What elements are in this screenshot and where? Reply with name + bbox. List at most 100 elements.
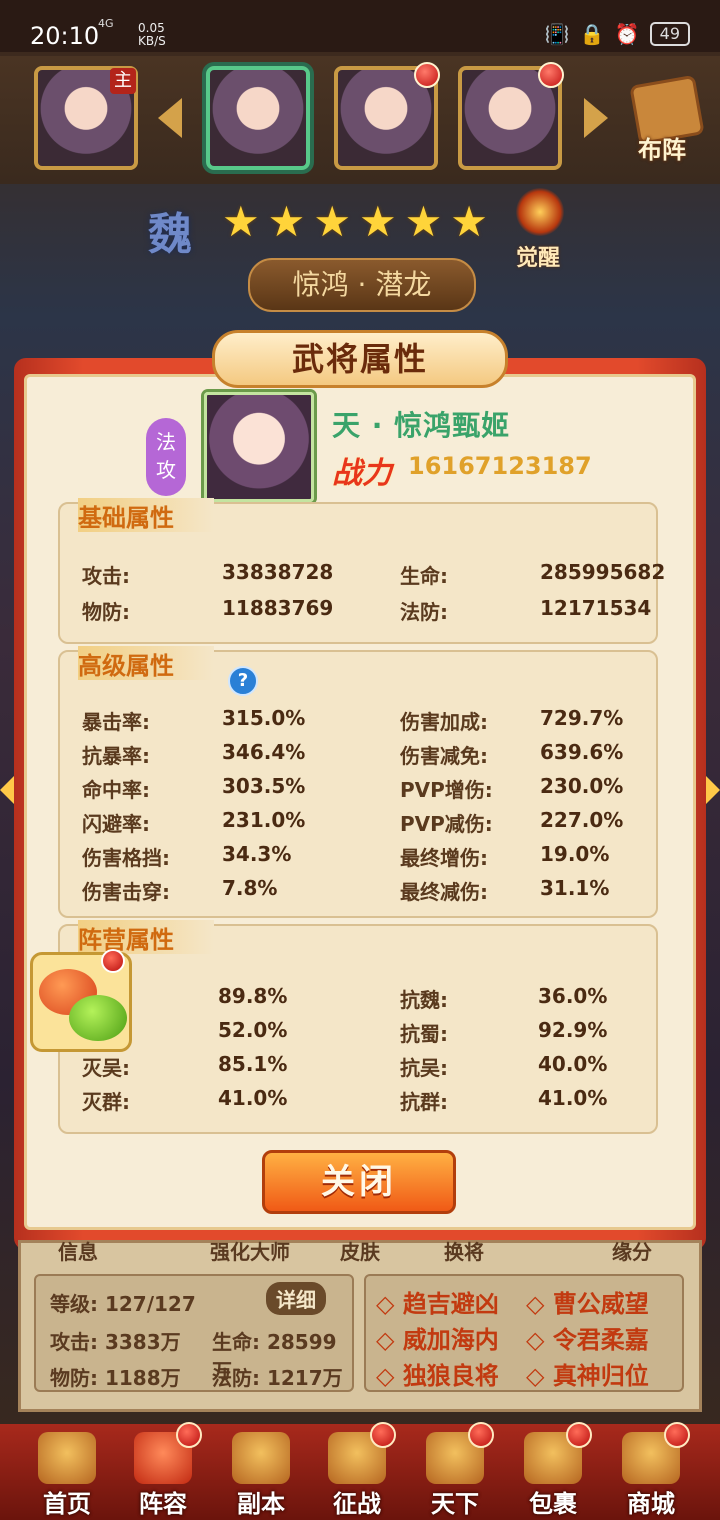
- hero-slot-selected[interactable]: [206, 66, 310, 170]
- attr-value: 36.0%: [538, 984, 608, 1008]
- section-title: 基础属性: [78, 498, 214, 532]
- attack-text: 攻击: 3383万: [50, 1330, 181, 1354]
- faction-attributes-section: 阵营属性 89.8% 抗魏: 36.0% 52.0% 抗蜀: 92.9% 灭吴:…: [58, 920, 658, 1134]
- hero-slot-4[interactable]: [458, 62, 564, 170]
- notification-dot: [370, 1422, 396, 1448]
- pdef-text: 物防: 1188万: [50, 1366, 181, 1390]
- dialog-title: 武将属性: [291, 340, 428, 378]
- attr-value: 227.0%: [540, 808, 624, 832]
- notification-dot: [538, 62, 564, 88]
- star-icon: ★: [358, 197, 397, 246]
- attr-value: 346.4%: [222, 740, 306, 764]
- tab-fate[interactable]: 缘分: [612, 1236, 652, 1265]
- dialog-title-banner: 武将属性: [212, 330, 508, 388]
- advanced-attributes-section: 高级属性 ? 暴击率: 315.0% 伤害加成: 729.7% 抗暴率: 346…: [58, 646, 658, 918]
- dungeon-icon: [232, 1432, 290, 1484]
- fate-item: ◇ 威加海内: [376, 1326, 499, 1354]
- attr-label: 抗吴:: [400, 1056, 448, 1080]
- fate-item: ◇ 趋吉避凶: [376, 1290, 499, 1318]
- star-icon: ★: [267, 197, 306, 246]
- notification-dot: [101, 949, 125, 973]
- battery-icon: 49: [649, 22, 690, 46]
- attr-label: 物防:: [82, 600, 130, 624]
- formation-button[interactable]: 布阵: [620, 74, 712, 166]
- network-type: 4G: [98, 17, 114, 30]
- attr-label: PVP增伤:: [400, 778, 493, 802]
- nav-campaign[interactable]: 征战: [312, 1422, 402, 1520]
- faction-label: 魏: [148, 209, 192, 260]
- hero-slot-main[interactable]: 主: [34, 66, 138, 170]
- chat-button[interactable]: [30, 949, 132, 1052]
- basic-attributes-section: 基础属性 攻击: 33838728 生命: 285995682 物防: 1188…: [58, 498, 665, 644]
- attr-value: 41.0%: [538, 1086, 608, 1110]
- attr-value: 231.0%: [222, 808, 306, 832]
- notification-dot: [468, 1422, 494, 1448]
- attr-label: 抗魏:: [400, 988, 448, 1012]
- hero-avatar: [204, 392, 314, 502]
- attr-value: 92.9%: [538, 1018, 608, 1042]
- fate-item: ◇ 令君柔嘉: [526, 1326, 649, 1354]
- nav-bag[interactable]: 包裹: [508, 1422, 598, 1520]
- tab-swap-hero[interactable]: 换将: [444, 1236, 484, 1265]
- attr-value: 315.0%: [222, 706, 306, 730]
- attr-label: 灭群:: [82, 1090, 130, 1114]
- level-text: 等级: 127/127: [50, 1292, 196, 1316]
- fate-box: ◇ 趋吉避凶 ◇ 曹公威望 ◇ 威加海内 ◇ 令君柔嘉 ◇ 独狼良将 ◇ 真神归…: [364, 1274, 684, 1392]
- info-tabs: 信息 强化大师 皮肤 换将 缘分: [18, 1236, 702, 1270]
- attr-label: 攻击:: [82, 564, 130, 588]
- lock-icon: 🔒: [579, 22, 605, 46]
- awaken-button[interactable]: 觉醒: [510, 188, 570, 274]
- attr-label: 闪避率:: [82, 812, 150, 836]
- close-button[interactable]: 关闭: [262, 1150, 456, 1214]
- attr-value: 285995682: [540, 560, 666, 584]
- nav-home[interactable]: 首页: [22, 1432, 112, 1520]
- nav-lineup[interactable]: 阵容: [118, 1422, 208, 1520]
- attr-value: 639.6%: [540, 740, 624, 764]
- clock: 20:10: [30, 22, 100, 50]
- nav-shop[interactable]: 商城: [606, 1422, 696, 1520]
- attr-value: 19.0%: [540, 842, 610, 866]
- help-icon[interactable]: ?: [228, 666, 258, 696]
- attr-label: 命中率:: [82, 778, 150, 802]
- star-icon: ★: [450, 197, 488, 246]
- heroes-next-arrow-icon[interactable]: [584, 98, 608, 138]
- attr-label: 抗群:: [400, 1090, 448, 1114]
- nav-dungeon[interactable]: 副本: [216, 1432, 306, 1520]
- attr-label: 伤害击穿:: [82, 880, 170, 904]
- attr-label: 抗暴率:: [82, 744, 150, 768]
- fate-item: ◇ 真神归位: [526, 1362, 649, 1390]
- tab-info[interactable]: 信息: [58, 1236, 98, 1265]
- section-title: 高级属性: [78, 646, 214, 680]
- attr-value: 34.3%: [222, 842, 292, 866]
- vibrate-icon: 📳: [544, 22, 570, 46]
- tab-enhance-master[interactable]: 强化大师: [210, 1236, 290, 1265]
- notification-dot: [414, 62, 440, 88]
- attr-value: 40.0%: [538, 1052, 608, 1076]
- star-rating: ★ ★ ★ ★ ★ ★: [222, 200, 488, 244]
- detail-button[interactable]: 详细: [266, 1282, 326, 1315]
- attr-value: 31.1%: [540, 876, 610, 900]
- power-value: 16167123187: [408, 452, 592, 480]
- star-icon: ★: [222, 197, 260, 246]
- nav-world[interactable]: 天下: [410, 1422, 500, 1520]
- fate-item: ◇ 曹公威望: [526, 1290, 649, 1318]
- attack-type-badge: 法 攻: [146, 418, 186, 496]
- attr-label: 伤害减免:: [400, 744, 488, 768]
- attr-value: 85.1%: [218, 1052, 288, 1076]
- hero-title-ribbon: 惊鸿 · 潜龙: [248, 258, 476, 312]
- power-label: 战力: [332, 456, 392, 491]
- heroes-prev-arrow-icon[interactable]: [158, 98, 182, 138]
- notification-dot: [664, 1422, 690, 1448]
- attr-value: 7.8%: [222, 876, 278, 900]
- notification-dot: [566, 1422, 592, 1448]
- attr-label: 法防:: [400, 600, 448, 624]
- star-icon: ★: [404, 197, 443, 246]
- attr-value: 89.8%: [218, 984, 288, 1008]
- tab-skin[interactable]: 皮肤: [340, 1236, 380, 1265]
- attr-label: 最终增伤:: [400, 846, 488, 870]
- attr-label: 伤害加成:: [400, 710, 488, 734]
- home-icon: [38, 1432, 96, 1484]
- attr-value: 303.5%: [222, 774, 306, 798]
- hero-slot-3[interactable]: [334, 62, 440, 170]
- network-speed: 0.05 KB/S: [138, 21, 166, 48]
